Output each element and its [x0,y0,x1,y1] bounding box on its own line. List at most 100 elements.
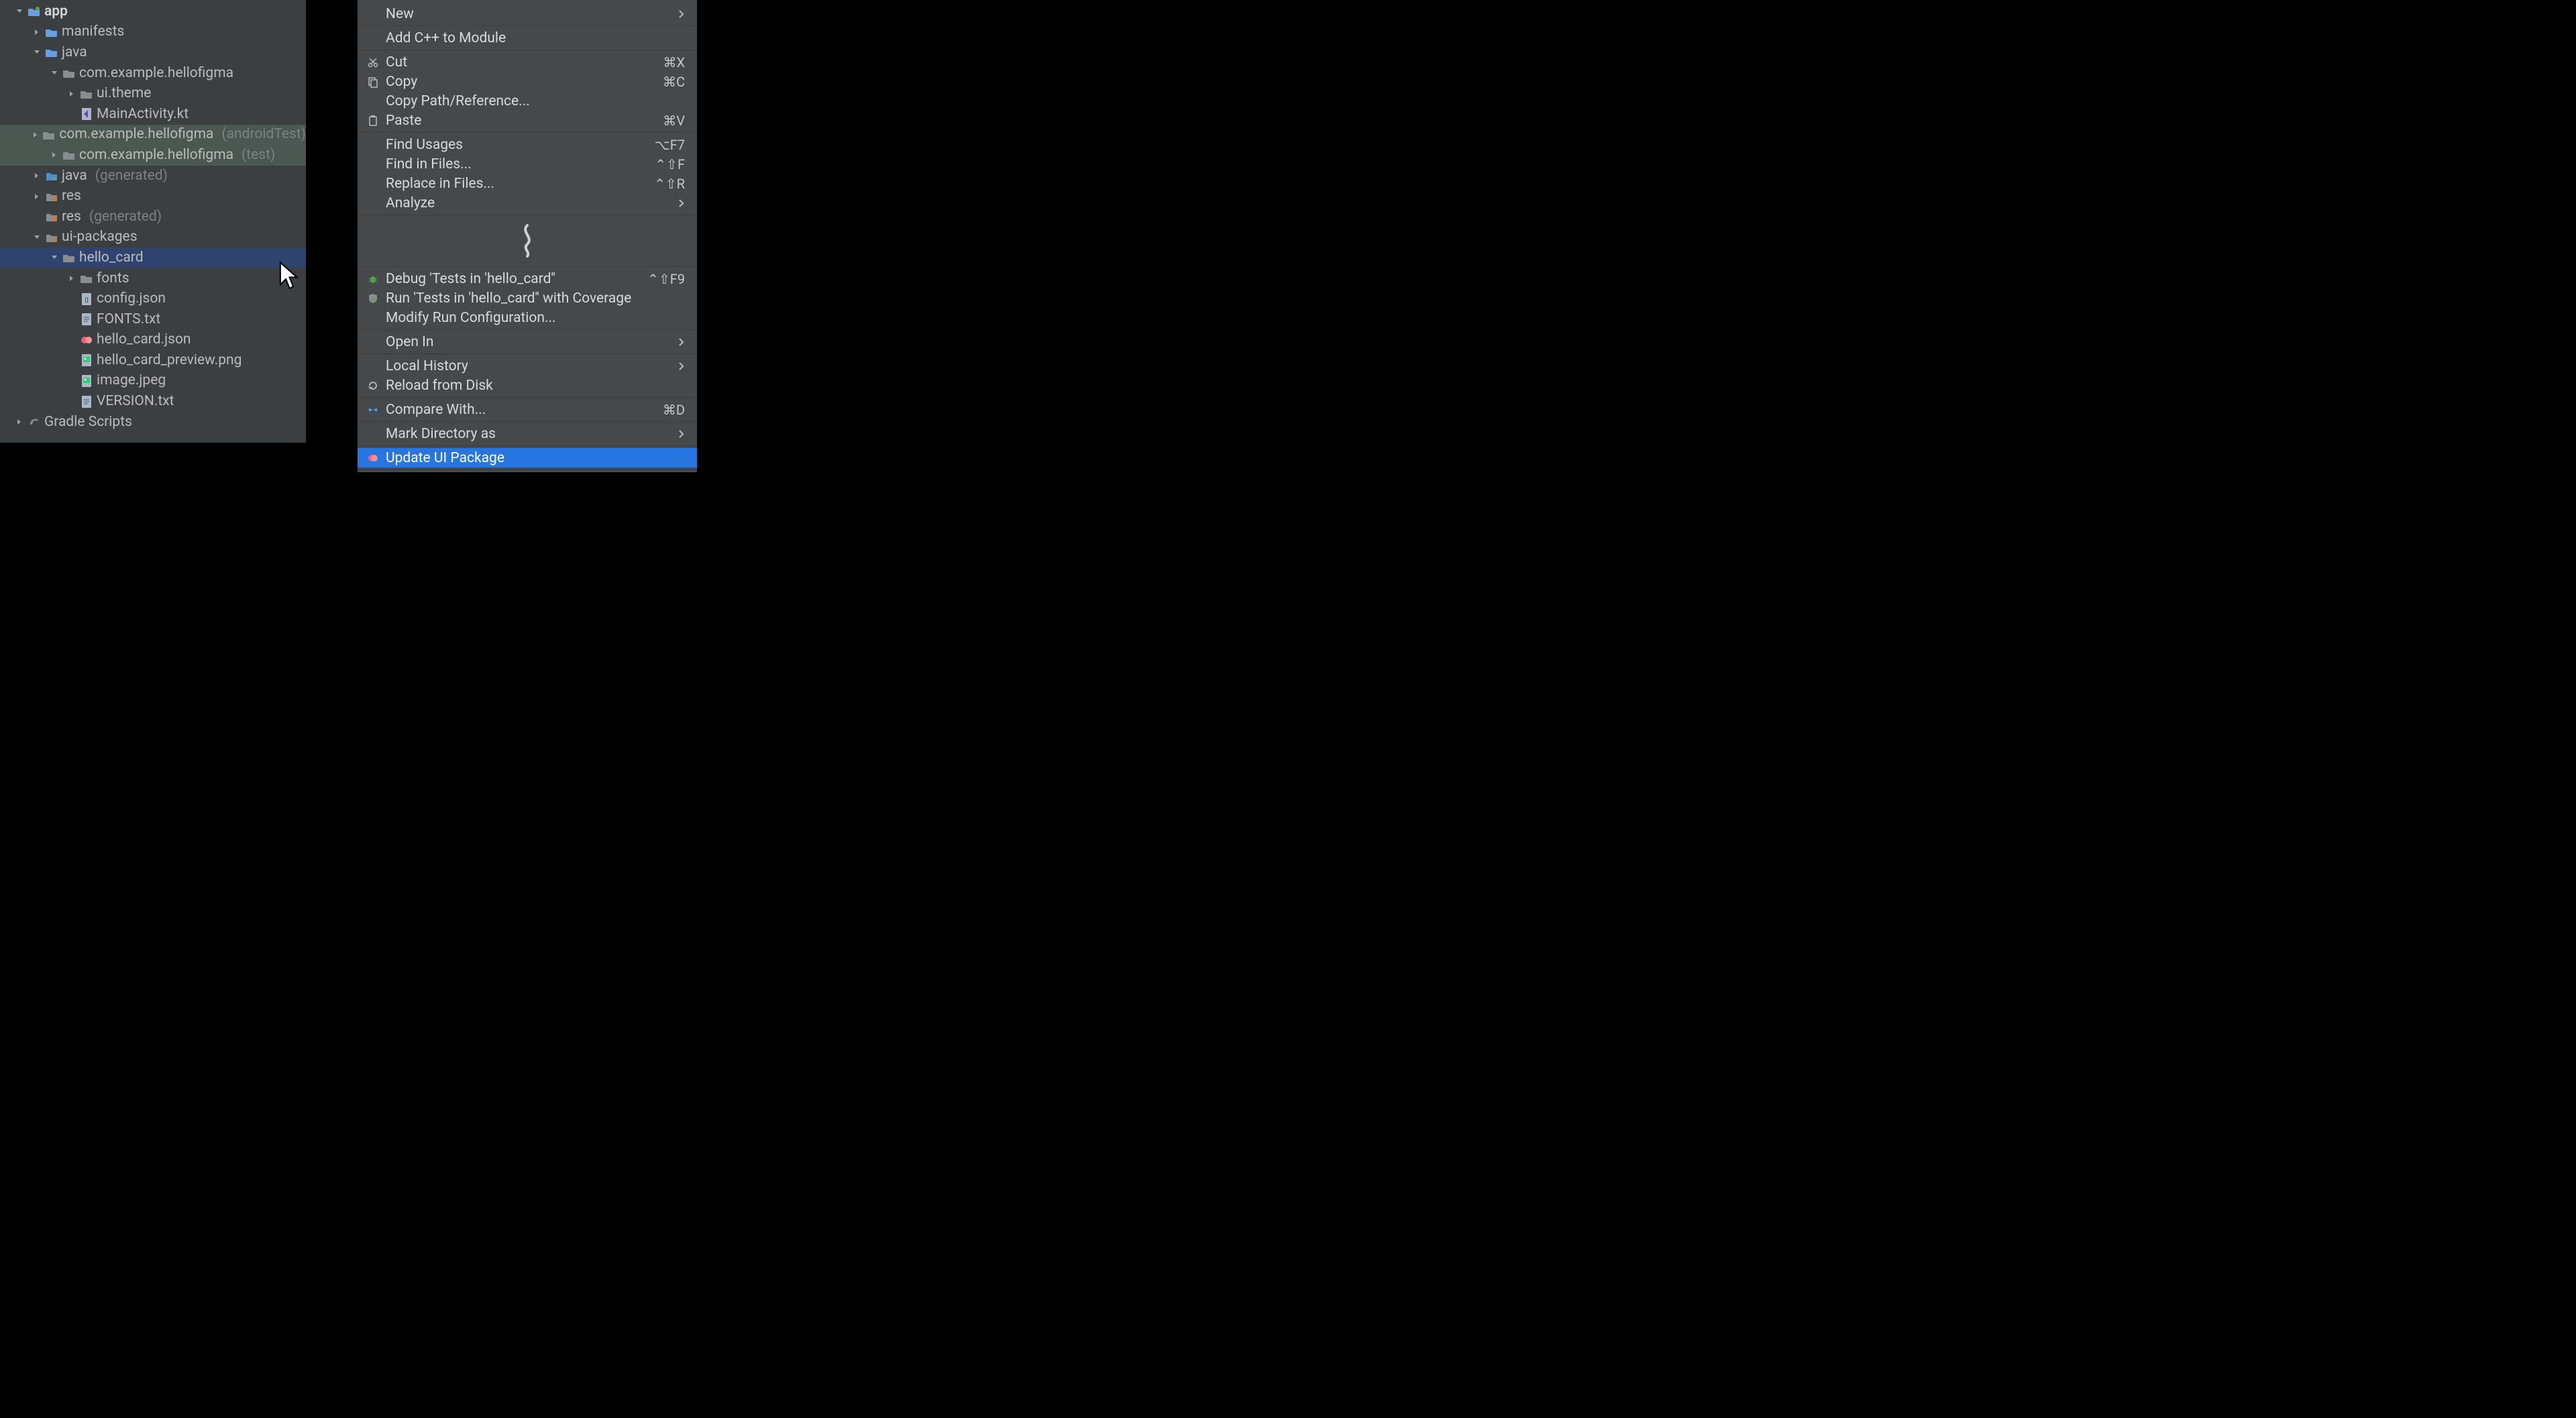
collapse-arrow-icon[interactable] [32,29,42,36]
tree-label: manifests [62,25,124,39]
tree-row[interactable]: manifests [0,22,306,43]
menu-item[interactable]: Copy Path/Reference... [358,91,697,111]
collapse-arrow-icon[interactable] [50,152,59,158]
tree-row[interactable]: image.jpeg [0,371,306,392]
menu-item-label: New [386,6,672,22]
expand-arrow-icon[interactable] [50,70,59,76]
menu-item-label: Run 'Tests in 'hello_card'' with Coverag… [386,290,685,307]
tree-row[interactable]: res [0,186,306,207]
tree-suffix: (test) [241,148,275,162]
tree-label: com.example.hellofigma [79,66,233,80]
folder-grey-icon [80,272,93,284]
menu-item[interactable]: Compare With...⌘D [358,400,697,419]
tree-suffix: (generated) [89,210,162,224]
menu-shortcut: ⌘D [663,402,685,418]
tree-label: ui.theme [97,87,151,101]
tree-label: FONTS.txt [97,313,160,327]
txt-file-icon [80,396,93,408]
menu-separator [358,329,697,330]
tree-row[interactable]: java(generated) [0,166,306,186]
menu-item[interactable]: New [358,4,697,23]
menu-item[interactable]: Update UI Package [358,448,697,468]
menu-item[interactable]: Copy⌘C [358,72,697,91]
folder-grey-icon [63,67,75,79]
menu-item[interactable]: Cut⌘X [358,52,697,72]
menu-item[interactable]: Open In [358,332,697,351]
collapse-arrow-icon[interactable] [15,419,24,425]
folder-blue-icon [46,26,58,38]
tree-row[interactable]: VERSION.txt [0,391,306,412]
menu-separator [358,353,697,354]
tree-label: com.example.hellofigma [59,127,213,142]
menu-separator [358,25,697,26]
tree-label: MainActivity.kt [97,107,189,121]
tree-row[interactable]: MainActivity.kt [0,104,306,125]
menu-item[interactable]: Reload from Disk [358,376,697,395]
menu-shortcut: ⌃⇧R [654,176,685,192]
submenu-chevron-icon [678,362,685,371]
expand-arrow-icon[interactable] [32,49,42,56]
tree-row[interactable]: hello_card.json [0,330,306,351]
menu-item-label: Local History [386,358,672,374]
kt-file-icon [80,108,93,120]
tree-row[interactable]: ui-packages [0,227,306,248]
tree-row[interactable]: {}config.json [0,288,306,309]
tree-row[interactable]: java [0,42,306,63]
txt-file-icon [80,313,93,325]
menu-item[interactable]: Find Usages⌥F7 [358,135,697,154]
svg-text:{}: {} [85,297,89,304]
relay-pink-icon [366,451,380,466]
folder-grey-icon [63,252,75,264]
project-tree-panel[interactable]: app manifests java com.example.hellofigma ui… [0,0,306,443]
menu-item[interactable]: Analyze [358,193,697,213]
tree-row[interactable]: hello_card [0,248,306,268]
collapse-arrow-icon[interactable] [32,131,39,138]
menu-item[interactable]: Local History [358,356,697,376]
menu-item[interactable]: Modify Run Configuration... [358,308,697,327]
tree-row[interactable]: FONTS.txt [0,309,306,330]
tree-row[interactable]: com.example.hellofigma(test) [0,145,306,166]
tree-row[interactable]: fonts [0,268,306,289]
menu-item[interactable]: Mark Directory as [358,424,697,443]
tree-row[interactable]: hello_card_preview.png [0,350,306,371]
menu-item[interactable]: Run 'Tests in 'hello_card'' with Coverag… [358,288,697,308]
expand-arrow-icon[interactable] [15,8,24,15]
menu-item-label: Replace in Files... [386,176,647,192]
tree-label: hello_card [79,251,144,265]
menu-separator [358,445,697,446]
menu-item[interactable]: Replace in Files... ⌃⇧R [358,174,697,193]
relay-file-icon [80,334,93,346]
menu-item[interactable]: Paste⌘V [358,111,697,130]
tree-label: fonts [97,272,129,286]
copy-icon [366,74,380,89]
img-file-icon [80,354,93,366]
tree-row[interactable]: app [0,1,306,22]
tree-label: image.jpeg [97,374,166,388]
tree-label: ui-packages [62,230,138,244]
tree-row[interactable]: com.example.hellofigma [0,63,306,84]
tree-suffix: (androidTest) [221,127,306,142]
bug-icon [366,272,380,286]
collapse-arrow-icon[interactable] [32,193,42,200]
tree-label: java [62,46,87,60]
tree-suffix: (generated) [95,169,168,183]
tree-row[interactable]: com.example.hellofigma (androidTest) [0,125,306,146]
context-menu[interactable]: New Add C++ to Module Cut⌘XCopy⌘CCopy Path… [358,0,697,472]
menu-item-label: Paste [386,113,656,129]
collapse-arrow-icon[interactable] [67,275,76,282]
menu-item[interactable]: Add C++ to Module [358,28,697,48]
expand-arrow-icon[interactable] [32,234,42,241]
menu-item[interactable]: Debug 'Tests in 'hello_card''⌃⇧F9 [358,269,697,288]
tree-row[interactable]: Gradle Scripts [0,412,306,433]
tree-row[interactable]: ui.theme [0,83,306,104]
collapse-arrow-icon[interactable] [67,91,76,97]
collapse-arrow-icon[interactable] [32,172,42,179]
menu-item[interactable]: Find in Files...⌃⇧F [358,154,697,174]
tree-row[interactable]: res(generated) [0,207,306,227]
folder-grey-icon [43,129,55,141]
expand-arrow-icon[interactable] [50,254,59,261]
menu-item-label: Copy [386,74,656,90]
compare-icon [366,402,380,417]
reload-icon [366,378,380,393]
folder-grey-icon [63,149,75,161]
